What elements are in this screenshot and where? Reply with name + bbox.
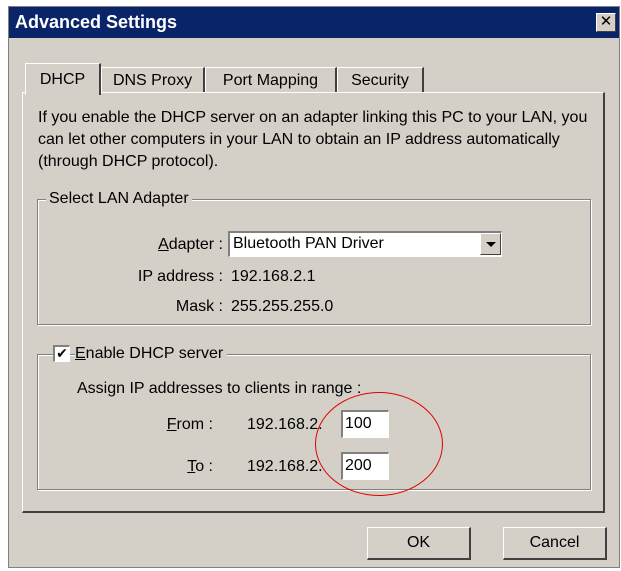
mask-label: Mask : bbox=[175, 298, 223, 315]
to-ip-prefix: 192.168.2. bbox=[247, 458, 323, 475]
tab-port-mapping-label: Port Mapping bbox=[222, 72, 319, 89]
close-icon: ✕ bbox=[599, 13, 613, 30]
lan-adapter-group-label: Select LAN Adapter bbox=[46, 189, 192, 209]
mask-value: 255.255.255.0 bbox=[231, 298, 334, 315]
tab-dns-proxy-label: DNS Proxy bbox=[112, 72, 193, 89]
adapter-select-value: Bluetooth PAN Driver bbox=[233, 235, 384, 252]
from-label: From : bbox=[166, 416, 213, 433]
dhcp-description: If you enable the DHCP server on an adap… bbox=[38, 109, 588, 170]
to-ip-input[interactable]: 200 bbox=[341, 452, 389, 480]
ip-address-value: 192.168.2.1 bbox=[231, 268, 316, 285]
tab-dns-proxy[interactable]: DNS Proxy bbox=[101, 67, 205, 94]
close-button[interactable]: ✕ bbox=[596, 13, 616, 32]
window-title: Advanced Settings bbox=[15, 12, 178, 32]
adapter-label: Adapter : bbox=[158, 236, 223, 253]
ok-button[interactable]: OK bbox=[367, 527, 471, 560]
tab-port-mapping[interactable]: Port Mapping bbox=[205, 67, 337, 94]
chevron-down-icon[interactable] bbox=[480, 233, 501, 255]
cancel-button[interactable]: Cancel bbox=[503, 527, 607, 560]
checkmark-icon: ✔ bbox=[56, 345, 68, 361]
tab-dhcp[interactable]: DHCP bbox=[25, 63, 101, 95]
range-instruction: Assign IP addresses to clients in range … bbox=[77, 380, 362, 397]
adapter-select[interactable]: Bluetooth PAN Driver bbox=[228, 231, 502, 257]
tab-security-label: Security bbox=[351, 72, 409, 89]
from-ip-prefix: 192.168.2. bbox=[247, 416, 323, 433]
tab-dhcp-label: DHCP bbox=[39, 71, 86, 88]
ip-address-label: IP address : bbox=[137, 268, 223, 285]
from-ip-input[interactable]: 100 bbox=[341, 410, 389, 438]
title-bar[interactable]: Advanced Settings ✕ bbox=[9, 7, 619, 38]
advanced-settings-dialog: Advanced Settings ✕ DHCP DNS Proxy Port … bbox=[8, 6, 620, 568]
dhcp-tab-panel: If you enable the DHCP server on an adap… bbox=[22, 92, 605, 513]
to-label: To : bbox=[187, 458, 213, 475]
enable-dhcp-checkbox[interactable]: ✔ bbox=[53, 345, 70, 362]
tab-security[interactable]: Security bbox=[337, 67, 424, 94]
enable-dhcp-label[interactable]: Enable DHCP server bbox=[75, 344, 228, 364]
